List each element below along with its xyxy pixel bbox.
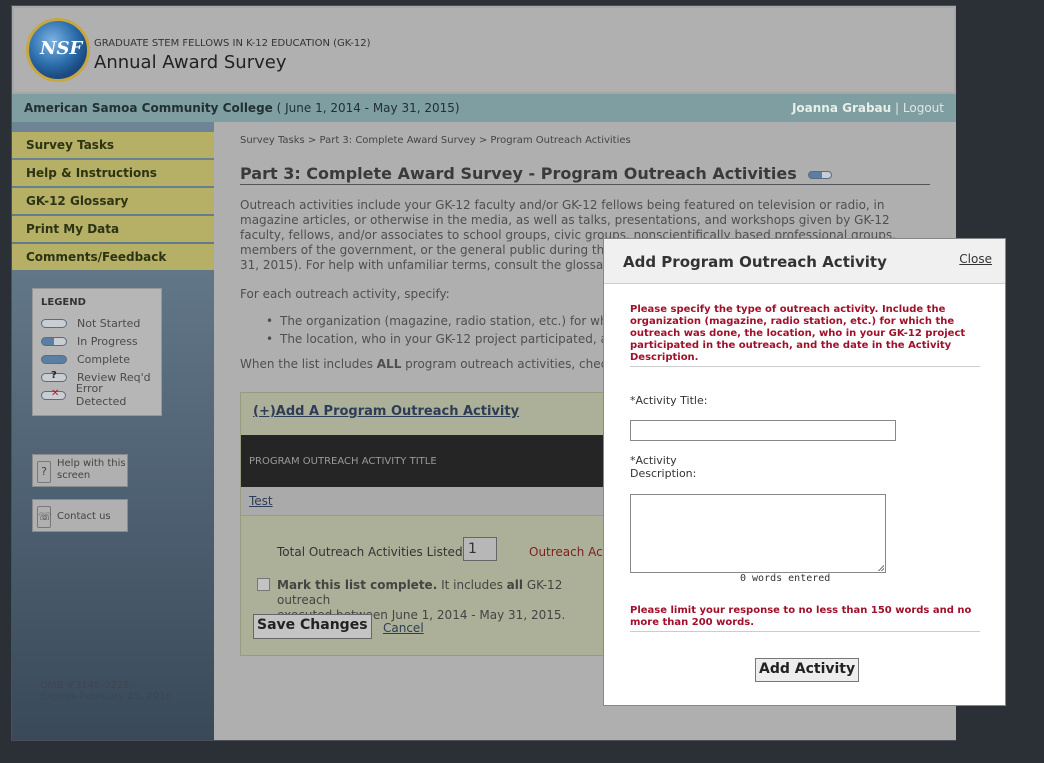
omb-info: OMB #3145-0226 Expires February 29, 2016 — [40, 680, 172, 702]
total-label: Total Outreach Activities Listed: — [277, 545, 467, 559]
complete-icon — [41, 354, 67, 364]
nsf-logo: NSF — [26, 18, 90, 82]
legend-row: Not Started — [41, 314, 153, 332]
logo-text: NSF — [40, 38, 83, 59]
divider — [630, 366, 980, 367]
mark-complete-checkbox[interactable] — [257, 578, 270, 591]
user-name: Joanna Grabau — [791, 101, 892, 115]
logout-link[interactable]: Logout — [903, 101, 944, 115]
completion-instructions: When the list includes ALL program outre… — [240, 357, 607, 371]
omb-expiration: Expires February 29, 2016 — [40, 691, 172, 702]
word-limit-note: Please limit your response to no less th… — [630, 605, 972, 628]
resize-handle-icon[interactable] — [878, 565, 884, 571]
list-item: The location, who in your GK-12 project … — [266, 330, 611, 348]
in-progress-icon — [808, 170, 833, 179]
nav-comments-feedback[interactable]: Comments/Feedback — [12, 244, 214, 270]
nav-print-data[interactable]: Print My Data — [12, 216, 214, 242]
dialog-title: Add Program Outreach Activity — [623, 253, 887, 271]
help-screen-button[interactable]: ? Help with this screen — [32, 454, 128, 487]
legend-row: Complete — [41, 350, 153, 368]
add-activity-link[interactable]: (+)Add A Program Outreach Activity — [253, 404, 519, 419]
not-started-icon — [41, 318, 67, 328]
mark-complete-bold: Mark this list complete. — [277, 578, 438, 592]
instruction-emphasis: ALL — [376, 357, 402, 371]
specify-list: The organization (magazine, radio statio… — [266, 312, 611, 348]
organization: American Samoa Community College ( June … — [24, 101, 460, 115]
mark-complete-text: It includes — [437, 578, 507, 592]
nav-glossary[interactable]: GK-12 Glossary — [12, 188, 214, 214]
save-changes-button[interactable]: Save Changes — [253, 614, 372, 639]
review-required-icon: ? — [41, 370, 67, 382]
dialog-instructions: Please specify the type of outreach acti… — [630, 304, 966, 363]
app-title: Annual Award Survey — [94, 52, 287, 73]
cancel-link[interactable]: Cancel — [383, 621, 424, 635]
separator: | — [895, 101, 900, 115]
close-link[interactable]: Close — [959, 252, 992, 266]
header: NSF GRADUATE STEM FELLOWS IN K-12 EDUCAT… — [12, 6, 956, 94]
legend-label: In Progress — [77, 334, 138, 348]
page-title: Part 3: Complete Award Survey - Program … — [240, 164, 833, 183]
legend-title: LEGEND — [41, 297, 86, 308]
divider — [630, 631, 980, 632]
legend-row: ✕ Error Detected — [41, 382, 153, 408]
total-note: Outreach Act — [529, 545, 608, 559]
omb-number: OMB #3145-0226 — [40, 680, 130, 691]
question-icon: ? — [37, 461, 51, 483]
list-item: The organization (magazine, radio statio… — [266, 312, 611, 330]
sidebar: Survey Tasks Help & Instructions GK-12 G… — [12, 122, 214, 740]
organization-name: American Samoa Community College — [24, 101, 273, 115]
instruction-text: When the list includes — [240, 357, 377, 371]
status-legend: LEGEND Not Started In Progress Complete … — [32, 288, 162, 416]
legend-label: Error Detected — [75, 382, 127, 408]
user-info: Joanna Grabau | Logout — [792, 101, 944, 115]
add-activity-button[interactable]: Add Activity — [755, 658, 860, 682]
legend-row: In Progress — [41, 332, 153, 350]
title-divider — [240, 184, 930, 185]
label-line: *Activity — [630, 454, 677, 467]
dialog-header: Add Program Outreach Activity Close — [604, 239, 1005, 284]
contact-label: Contact us — [57, 511, 111, 522]
organization-bar: American Samoa Community College ( June … — [12, 94, 956, 122]
for-each-text: For each outreach activity, specify: — [240, 287, 450, 301]
page-title-text: Part 3: Complete Award Survey - Program … — [240, 164, 797, 183]
error-detected-icon: ✕ — [41, 388, 66, 400]
total-activities-input[interactable]: 1 — [463, 537, 497, 561]
in-progress-icon — [41, 336, 67, 346]
legend-label: Complete — [77, 352, 131, 366]
label-line: Description: — [630, 467, 697, 480]
legend-label: Not Started — [77, 316, 141, 330]
nav-survey-tasks[interactable]: Survey Tasks — [12, 132, 214, 158]
award-period: ( June 1, 2014 - May 31, 2015) — [276, 101, 460, 115]
column-header-title: PROGRAM OUTREACH ACTIVITY TITLE — [249, 456, 437, 467]
breadcrumb: Survey Tasks > Part 3: Complete Award Su… — [240, 135, 631, 146]
intro-text-end: 31, 2015). For help with unfamiliar term… — [240, 258, 604, 272]
activity-description-label: *Activity Description: — [630, 454, 696, 480]
program-name: GRADUATE STEM FELLOWS IN K-12 EDUCATION … — [94, 38, 371, 49]
contact-us-button[interactable]: ☏ Contact us — [32, 499, 128, 532]
word-count: 0 words entered — [740, 573, 831, 584]
activity-title-label: *Activity Title: — [630, 394, 708, 407]
phone-icon: ☏ — [37, 506, 52, 528]
help-label: Help with this screen — [57, 458, 126, 481]
activity-link[interactable]: Test — [249, 494, 273, 508]
nav-help-instructions[interactable]: Help & Instructions — [12, 160, 214, 186]
activity-description-textarea[interactable] — [630, 494, 886, 573]
activity-title-input[interactable] — [630, 420, 896, 441]
mark-complete-all: all — [506, 578, 523, 592]
instruction-text: program outreach activities, chec — [401, 357, 608, 371]
add-activity-dialog: Add Program Outreach Activity Close Plea… — [603, 238, 1006, 706]
